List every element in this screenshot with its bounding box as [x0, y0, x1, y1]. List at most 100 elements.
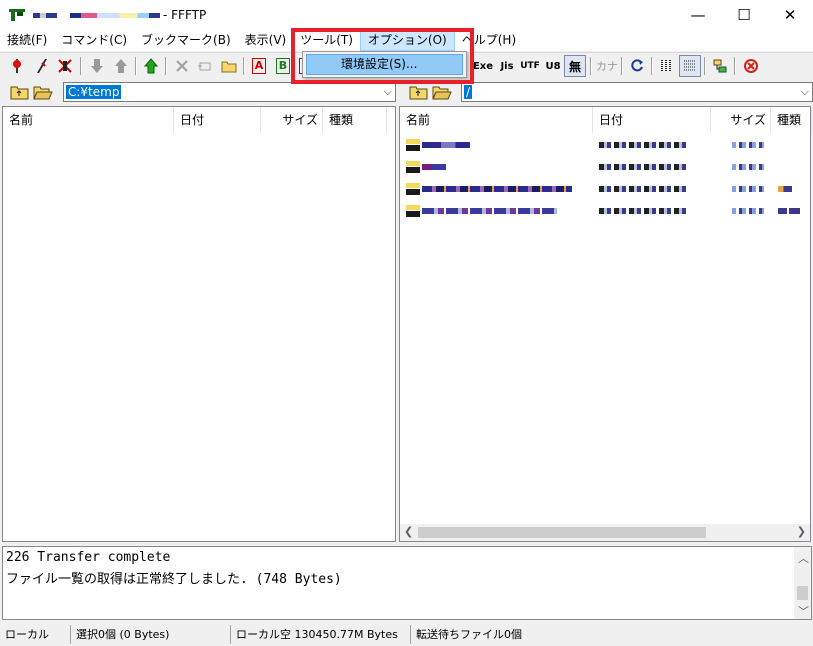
menu-options[interactable]: オプション(O) — [359, 30, 455, 51]
abort-icon[interactable] — [740, 55, 762, 77]
no-convert-button[interactable]: 無 — [564, 55, 586, 77]
file-size-blur — [732, 208, 764, 214]
remote-column-name[interactable]: 名前 — [400, 107, 593, 133]
kana-label: カナ — [596, 60, 618, 73]
kana-button[interactable]: カナ — [596, 55, 618, 77]
log-vertical-scrollbar[interactable]: ︿ ﹀ — [794, 547, 811, 619]
chevron-down-icon[interactable]: ⌵ — [384, 85, 392, 99]
sync-folders-icon[interactable] — [709, 55, 731, 77]
folder-icon — [406, 205, 420, 217]
list-item[interactable] — [406, 179, 806, 201]
local-column-date[interactable]: 日付 — [174, 107, 261, 133]
details-view-icon[interactable] — [679, 55, 701, 77]
menu-tools[interactable]: ツール(T) — [293, 30, 360, 51]
ascii-mode-label: A — [252, 58, 266, 74]
refresh-icon[interactable] — [626, 55, 648, 77]
scrollbar-thumb[interactable] — [797, 586, 808, 600]
remote-open-folder-icon[interactable] — [432, 83, 452, 101]
options-dropdown-menu: 環境設定(S)... — [302, 51, 467, 78]
file-name-blur — [422, 186, 572, 192]
file-size-blur — [732, 164, 764, 170]
remote-column-size[interactable]: サイズ — [711, 107, 771, 133]
list-item[interactable] — [406, 201, 806, 223]
binary-mode-label: B — [276, 58, 290, 74]
window-title: - FFFTP — [163, 8, 207, 22]
remote-path-value: / — [464, 85, 473, 99]
folder-icon — [406, 139, 420, 151]
local-column-type[interactable]: 種類 — [323, 107, 387, 133]
file-date-blur — [599, 186, 687, 192]
remote-column-type[interactable]: 種類 — [771, 107, 812, 133]
file-date-blur — [599, 142, 687, 148]
remote-path-combo[interactable]: / ⌵ — [461, 82, 813, 102]
mirror-upload-icon[interactable] — [140, 55, 162, 77]
folder-icon — [406, 161, 420, 173]
status-selection: 選択0個 (0 Bytes) — [70, 625, 230, 644]
folder-icon — [406, 183, 420, 195]
local-list-header: 名前 日付 サイズ 種類 — [3, 107, 395, 133]
rename-icon[interactable] — [194, 55, 216, 77]
scroll-right-icon[interactable]: ❯ — [797, 525, 806, 538]
binary-mode-button[interactable]: B — [272, 55, 294, 77]
menu-bar: 接続(F) コマンド(C) ブックマーク(B) 表示(V) ツール(T) オプシ… — [0, 30, 813, 51]
chevron-down-icon[interactable]: ⌵ — [801, 85, 809, 99]
menu-help[interactable]: ヘルプ(H) — [455, 30, 523, 51]
local-open-folder-icon[interactable] — [33, 83, 53, 101]
status-free-space: ローカル空 130450.77M Bytes — [230, 625, 410, 644]
local-column-size[interactable]: サイズ — [261, 107, 323, 133]
remote-column-date[interactable]: 日付 — [593, 107, 711, 133]
scroll-left-icon[interactable]: ❮ — [404, 525, 413, 538]
local-file-list[interactable]: 名前 日付 サイズ 種類 — [2, 106, 396, 542]
remote-list-header: 名前 日付 サイズ 種類 — [400, 107, 812, 133]
delete-icon[interactable] — [171, 55, 193, 77]
scrollbar-thumb[interactable] — [418, 527, 706, 538]
utf-convert-button[interactable]: UTF — [519, 55, 541, 77]
exe-convert-button[interactable]: Exe — [472, 55, 494, 77]
scroll-up-icon[interactable]: ︿ — [798, 550, 809, 566]
file-type-blur — [778, 186, 792, 192]
local-path-value: C:¥temp — [66, 85, 122, 99]
remote-horizontal-scrollbar[interactable]: ❮ ❯ — [400, 524, 810, 541]
list-view-icon[interactable] — [656, 55, 678, 77]
log-line: ファイル一覧の取得は正常終了しました. (748 Bytes) — [6, 572, 342, 587]
local-parent-folder-icon[interactable] — [10, 83, 30, 101]
status-bar: ローカル 選択0個 (0 Bytes) ローカル空 130450.77M Byt… — [0, 622, 813, 646]
local-path-combo[interactable]: C:¥temp ⌵ — [63, 82, 396, 102]
menu-command[interactable]: コマンド(C) — [54, 30, 134, 51]
list-item[interactable] — [406, 135, 806, 157]
scroll-down-icon[interactable]: ﹀ — [798, 603, 809, 619]
file-date-blur — [599, 164, 687, 170]
status-location: ローカル — [5, 628, 49, 641]
minimize-button[interactable]: — — [675, 0, 721, 30]
ascii-mode-button[interactable]: A — [248, 55, 270, 77]
environment-settings-menu-item[interactable]: 環境設定(S)... — [306, 54, 463, 75]
menu-view[interactable]: 表示(V) — [238, 30, 294, 51]
log-panel: 226 Transfer complete ファイル一覧の取得は正常終了しました… — [2, 546, 812, 620]
close-button[interactable]: ✕ — [767, 0, 813, 30]
file-type-blur — [778, 208, 800, 214]
file-name-blur — [422, 164, 446, 170]
remote-path-bar: / ⌵ — [401, 80, 813, 104]
new-folder-icon[interactable] — [218, 55, 240, 77]
utf8-convert-button[interactable]: U8 — [542, 55, 564, 77]
connect-icon[interactable] — [6, 55, 28, 77]
menu-bookmark[interactable]: ブックマーク(B) — [134, 30, 238, 51]
menu-connect[interactable]: 接続(F) — [0, 30, 54, 51]
quick-connect-icon[interactable] — [30, 55, 52, 77]
upload-icon[interactable] — [110, 55, 132, 77]
jis-convert-label: Jis — [500, 60, 514, 72]
local-column-name[interactable]: 名前 — [3, 107, 174, 133]
file-name-blur — [422, 208, 557, 214]
file-size-blur — [732, 142, 764, 148]
maximize-button[interactable]: ☐ — [721, 0, 767, 30]
remote-file-list[interactable]: 名前 日付 サイズ 種類 ❮ ❯ — [399, 106, 812, 542]
download-icon[interactable] — [86, 55, 108, 77]
list-item[interactable] — [406, 157, 806, 179]
file-name-blur — [422, 142, 470, 148]
title-blur — [70, 13, 160, 18]
jis-convert-button[interactable]: Jis — [496, 55, 518, 77]
remote-parent-folder-icon[interactable] — [409, 83, 429, 101]
disconnect-icon[interactable] — [54, 55, 76, 77]
status-queue: 転送待ちファイル0個 — [410, 625, 813, 644]
ffftp-app-icon — [9, 9, 25, 21]
